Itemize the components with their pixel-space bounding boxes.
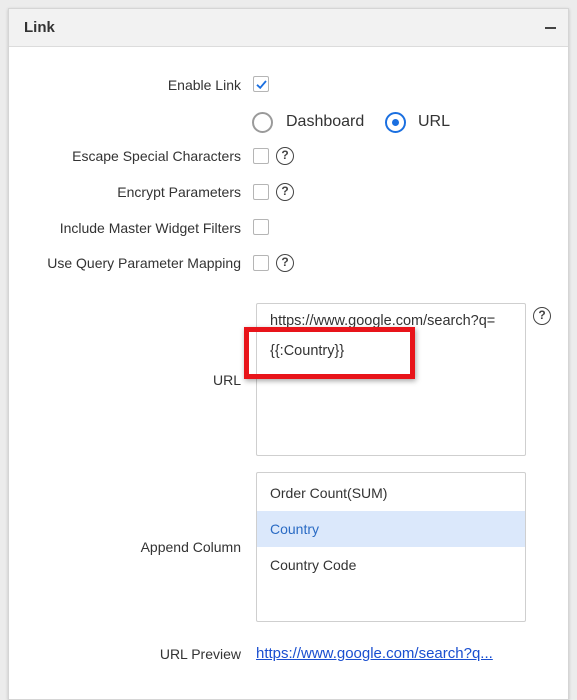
help-icon[interactable]: ? (276, 147, 294, 165)
append-column-listbox[interactable]: Order Count(SUM) Country Country Code (256, 472, 526, 622)
link-settings-panel: Link Enable Link Dashboard URL Escape Sp… (8, 8, 569, 700)
url-text-line: https://www.google.com/search?q= (270, 313, 496, 329)
url-preview-label: URL Preview (159, 646, 241, 662)
radio-url-label: URL (418, 113, 451, 130)
enable-link-checkbox[interactable] (253, 76, 269, 92)
list-item[interactable]: Order Count(SUM) (257, 475, 525, 511)
help-icon[interactable]: ? (533, 307, 551, 325)
list-item[interactable]: Country (257, 511, 525, 547)
append-column-label: Append Column (140, 539, 241, 555)
escape-special-characters-label: Escape Special Characters (72, 148, 241, 164)
panel-header[interactable]: Link (9, 9, 568, 47)
encrypt-parameters-label: Encrypt Parameters (117, 184, 241, 200)
url-label: URL (212, 372, 241, 388)
enable-link-label: Enable Link (167, 77, 241, 93)
include-master-widget-filters-label: Include Master Widget Filters (59, 220, 241, 236)
url-textarea[interactable]: https://www.google.com/search?q= {{:Coun… (256, 303, 526, 456)
collapse-icon[interactable] (545, 27, 556, 29)
checkmark-icon (256, 80, 267, 90)
list-item[interactable]: Country Code (257, 547, 525, 583)
url-placeholder-token: {{:Country}} (270, 343, 345, 359)
url-preview-link[interactable]: https://www.google.com/search?q... (256, 645, 493, 662)
help-icon[interactable]: ? (276, 254, 294, 272)
include-master-widget-filters-checkbox[interactable] (253, 219, 269, 235)
radio-url[interactable] (385, 112, 406, 133)
use-query-parameter-mapping-checkbox[interactable] (253, 255, 269, 271)
escape-special-characters-checkbox[interactable] (253, 148, 269, 164)
encrypt-parameters-checkbox[interactable] (253, 184, 269, 200)
radio-dashboard[interactable] (252, 112, 273, 133)
use-query-parameter-mapping-label: Use Query Parameter Mapping (47, 255, 241, 271)
help-icon[interactable]: ? (276, 183, 294, 201)
panel-title: Link (24, 19, 55, 36)
radio-dashboard-label: Dashboard (286, 113, 365, 130)
